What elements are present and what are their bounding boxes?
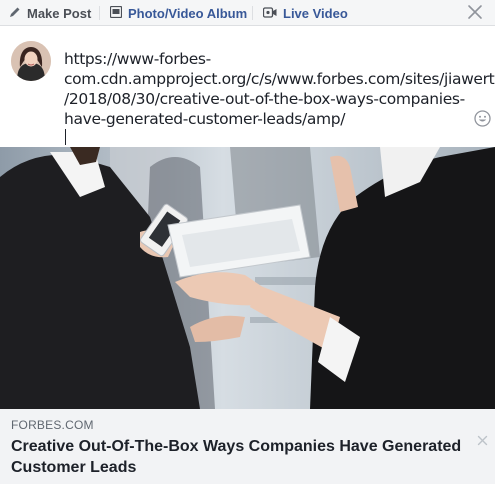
avatar xyxy=(11,41,51,81)
tab-photo-video-album[interactable]: Photo/Video Album xyxy=(109,0,248,26)
link-headline[interactable]: Creative Out-Of-The-Box Ways Companies H… xyxy=(11,436,471,478)
post-text-line: https://www-forbes- xyxy=(64,50,211,68)
post-text-input[interactable]: https://www-forbes- com.cdn.ampproject.o… xyxy=(64,49,495,145)
video-camera-icon xyxy=(262,6,277,21)
tab-label: Photo/Video Album xyxy=(128,5,248,21)
photo-album-icon xyxy=(109,5,123,21)
pencil-icon xyxy=(9,6,21,21)
post-text-line-last: have-generated-customer-leads/amp/ xyxy=(64,109,464,145)
link-preview-meta[interactable]: FORBES.COM Creative Out-Of-The-Box Ways … xyxy=(0,409,495,484)
remove-preview-icon[interactable] xyxy=(477,433,488,446)
link-preview-image[interactable] xyxy=(0,147,495,409)
emoji-icon[interactable] xyxy=(474,110,491,127)
post-text-line: /2018/08/30/creative-out-of-the-box-ways… xyxy=(64,90,465,108)
tab-make-post[interactable]: Make Post xyxy=(9,0,91,26)
tab-label: Live Video xyxy=(283,5,348,21)
post-text-line: com.cdn.ampproject.org/c/s/www.forbes.co… xyxy=(64,70,495,88)
close-icon[interactable] xyxy=(465,2,485,22)
post-composer: https://www-forbes- com.cdn.ampproject.o… xyxy=(0,27,495,147)
post-text-line: have-generated-customer-leads/amp/ xyxy=(64,110,346,128)
composer-tab-bar: Make Post Photo/Video Album Live Video xyxy=(0,0,495,26)
link-domain: FORBES.COM xyxy=(11,418,94,432)
tab-divider xyxy=(252,6,253,20)
tab-live-video[interactable]: Live Video xyxy=(262,0,348,26)
tab-divider xyxy=(99,6,100,20)
text-caret xyxy=(65,129,66,145)
tab-label: Make Post xyxy=(27,5,92,21)
